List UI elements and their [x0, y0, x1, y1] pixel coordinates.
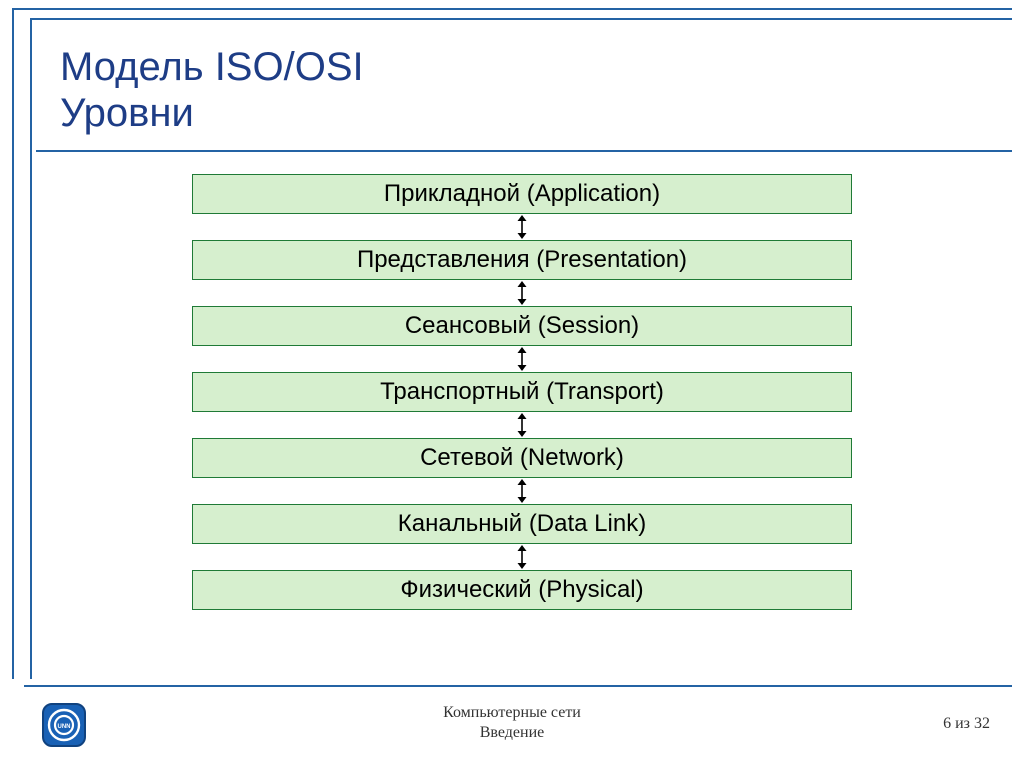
layer-label: Прикладной (Application)	[384, 180, 660, 208]
slide: Модель ISO/OSI Уровни Прикладной (Applic…	[0, 0, 1024, 767]
osi-layers: Прикладной (Application) Представления (…	[32, 174, 1012, 610]
double-arrow-icon	[515, 544, 529, 570]
layer-presentation: Представления (Presentation)	[192, 240, 852, 280]
layer-label: Физический (Physical)	[400, 576, 643, 604]
double-arrow-icon	[515, 478, 529, 504]
layer-session: Сеансовый (Session)	[192, 306, 852, 346]
title-line-1: Модель ISO/OSI	[60, 44, 984, 90]
page-number: 6 из 32	[943, 715, 990, 733]
layer-application: Прикладной (Application)	[192, 174, 852, 214]
layer-label: Сеансовый (Session)	[405, 312, 639, 340]
double-arrow-icon	[515, 280, 529, 306]
double-arrow-icon	[515, 346, 529, 372]
outer-border-top	[12, 8, 1012, 10]
footer-line-1: Компьютерные сети	[0, 703, 1024, 723]
footer: UNN Компьютерные сети Введение 6 из 32	[0, 695, 1024, 749]
title-divider	[36, 150, 1012, 152]
layer-label: Транспортный (Transport)	[380, 378, 664, 406]
layer-physical: Физический (Physical)	[192, 570, 852, 610]
layer-label: Представления (Presentation)	[357, 246, 687, 274]
bottom-divider	[24, 685, 1012, 687]
title-line-2: Уровни	[60, 90, 984, 136]
footer-line-2: Введение	[0, 723, 1024, 743]
content-frame: Модель ISO/OSI Уровни Прикладной (Applic…	[30, 18, 1012, 679]
layer-network: Сетевой (Network)	[192, 438, 852, 478]
layer-label: Сетевой (Network)	[420, 444, 624, 472]
outer-border-left	[12, 8, 14, 679]
slide-title: Модель ISO/OSI Уровни	[32, 20, 1012, 150]
footer-text: Компьютерные сети Введение	[0, 703, 1024, 743]
layer-label: Канальный (Data Link)	[398, 510, 646, 538]
layer-datalink: Канальный (Data Link)	[192, 504, 852, 544]
double-arrow-icon	[515, 214, 529, 240]
layer-transport: Транспортный (Transport)	[192, 372, 852, 412]
double-arrow-icon	[515, 412, 529, 438]
